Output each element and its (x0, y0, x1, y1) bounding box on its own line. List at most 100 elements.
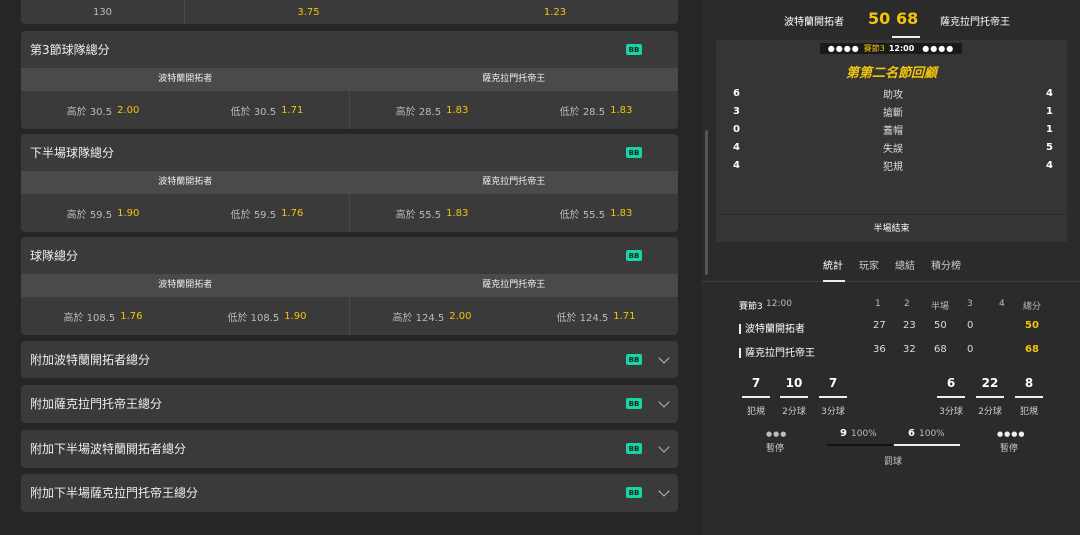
summary-underline (937, 396, 965, 398)
collapsed-market[interactable]: 附加薩克拉門托帝王總分 BB (21, 385, 678, 423)
odds-price: 2.00 (117, 105, 140, 116)
home-team-name: 波特蘭開拓者 (784, 17, 844, 28)
team-name: 薩克拉門托帝王 (482, 280, 546, 290)
odds-line: 低於 108.5 (227, 313, 280, 324)
home-timeouts-dots: ●●●● (827, 44, 860, 53)
away-free-throws: 6 (908, 428, 915, 439)
collapsed-market[interactable]: 附加下半場波特蘭開拓者總分 BB (21, 430, 678, 468)
odds-price: 2.00 (449, 311, 472, 322)
recap-title: 第第二名節回顧 (845, 66, 937, 81)
market-header[interactable]: 第3節球隊總分 BB (21, 31, 678, 68)
odds-button[interactable]: 低於 28.5 1.83 (514, 91, 678, 129)
odds-button[interactable]: 低於 59.5 1.76 (185, 194, 349, 232)
team-header-row: 波特蘭開拓者 薩克拉門托帝王 (21, 171, 678, 194)
odds-price: 1.83 (446, 105, 469, 116)
market-header[interactable]: 下半場球隊總分 BB (21, 134, 678, 171)
summary-underline (742, 396, 770, 398)
free-throw-label: 罰球 (883, 457, 902, 467)
away-timeouts-dots: ●●●● (922, 44, 955, 53)
away-stat: 1 (1046, 123, 1053, 135)
odds-line: 高於 59.5 (66, 210, 113, 221)
team-header-row: 波特蘭開拓者 薩克拉門托帝王 (21, 274, 678, 297)
odds-button[interactable]: 低於 124.5 1.71 (514, 297, 678, 335)
table-row: 薩克拉門托帝王 36 32 68 0 68 (736, 344, 1056, 360)
away-score: 68 (896, 9, 919, 28)
odds-price: 1.71 (613, 311, 636, 322)
odds-price: 1.71 (281, 105, 304, 116)
market-card: 下半場球隊總分 BB 波特蘭開拓者 薩克拉門托帝王 高於 59.5 1.90 低於… (21, 134, 678, 232)
market-title: 附加波特蘭開拓者總分 (30, 353, 151, 367)
stat-row: 3 搶斷 1 (733, 103, 1053, 119)
team-name: 薩克拉門托帝王 (482, 74, 546, 84)
bet-builder-badge: BB (626, 44, 642, 55)
chevron-down-icon[interactable] (658, 396, 670, 408)
quarter-score: 23 (903, 320, 916, 331)
quarter-score: 27 (873, 320, 886, 331)
bet-builder-badge: BB (626, 250, 642, 261)
chevron-down-icon[interactable] (658, 441, 670, 453)
summary-label: 3分球 (939, 407, 963, 417)
summary-label: 2分球 (782, 407, 806, 417)
odds-row: 高於 59.5 1.90 低於 59.5 1.76 高於 55.5 1.83 低於 5… (21, 194, 678, 232)
score-underline (892, 36, 920, 38)
home-stat: 4 (733, 159, 740, 171)
market-title: 第3節球隊總分 (30, 43, 110, 57)
odds-price: 1.90 (117, 208, 140, 219)
odds-button[interactable]: 低於 55.5 1.83 (514, 194, 678, 232)
tab-summary[interactable]: 總結 (895, 257, 915, 272)
market-card: 球隊總分 BB 波特蘭開拓者 薩克拉門托帝王 高於 108.5 1.76 低於 1… (21, 237, 678, 335)
away-ft-pct: 100% (919, 429, 945, 439)
team-name: 波特蘭開拓者 (158, 280, 213, 290)
period-indicator: ●●●● 賽節3 12:00 ●●●● (820, 43, 962, 54)
odds-button[interactable]: 高於 28.5 1.83 (350, 91, 514, 129)
odds-button[interactable]: 1.23 (432, 0, 678, 24)
tab-stats[interactable]: 統計 (823, 257, 843, 272)
stat-label: 失誤 (883, 143, 903, 155)
stat-row: 4 失誤 5 (733, 139, 1053, 155)
summary-value: 7 (751, 376, 761, 390)
collapsed-market[interactable]: 附加波特蘭開拓者總分 BB (21, 341, 678, 378)
odds-button[interactable]: 高於 30.5 2.00 (21, 91, 185, 129)
collapsed-market[interactable]: 附加下半場薩克拉門托帝王總分 BB (21, 474, 678, 512)
tab-players[interactable]: 玩家 (859, 257, 879, 272)
bet-builder-badge: BB (626, 398, 642, 409)
home-ft-bar (827, 444, 893, 446)
column-header: 半場 (931, 302, 950, 312)
odds-line: 低於 55.5 (559, 210, 606, 221)
home-timeout-dots: ●●● (766, 430, 788, 438)
home-free-throws: 9 (840, 428, 847, 439)
bet-builder-badge: BB (626, 147, 642, 158)
summary-underline (780, 396, 808, 398)
market-header[interactable]: 球隊總分 BB (21, 237, 678, 274)
odds-button[interactable]: 高於 59.5 1.90 (21, 194, 185, 232)
odds-button[interactable]: 低於 108.5 1.90 (185, 297, 349, 335)
odds-button[interactable]: 3.75 (185, 0, 432, 24)
score-table-header: 賽節3 12:00 1 2 半場 3 4 總分 (736, 299, 1056, 315)
column-header: 1 (875, 299, 881, 309)
odds-line: 高於 124.5 (392, 313, 445, 324)
home-ft-pct: 100% (851, 429, 877, 439)
stat-row: 6 助攻 4 (733, 85, 1053, 101)
half-score: 50 (934, 320, 947, 331)
odds-price: 1.76 (120, 311, 143, 322)
odds-button[interactable]: 高於 55.5 1.83 (350, 194, 514, 232)
previous-market-odds-row: 130 3.75 1.23 (21, 0, 678, 24)
half-score: 68 (934, 344, 947, 355)
chevron-down-icon[interactable] (658, 485, 670, 497)
away-ft-bar (894, 444, 960, 446)
timeout-label: 暫停 (765, 444, 784, 454)
summary-underline (976, 396, 1004, 398)
odds-button[interactable]: 低於 30.5 1.71 (185, 91, 349, 129)
odds-button[interactable]: 高於 124.5 2.00 (350, 297, 514, 335)
tab-standings[interactable]: 積分榜 (931, 257, 961, 272)
quarter-score: 0 (967, 320, 974, 331)
column-header: 3 (967, 299, 973, 309)
chevron-down-icon[interactable] (658, 352, 670, 364)
market-title: 附加下半場波特蘭開拓者總分 (30, 442, 187, 456)
column-header: 2 (904, 299, 910, 309)
odds-button[interactable]: 高於 108.5 1.76 (21, 297, 185, 335)
odds-line: 高於 28.5 (395, 107, 442, 118)
team-name: 波特蘭開拓者 (158, 177, 213, 187)
market-title: 下半場球隊總分 (30, 146, 115, 160)
home-score: 50 (868, 9, 891, 28)
